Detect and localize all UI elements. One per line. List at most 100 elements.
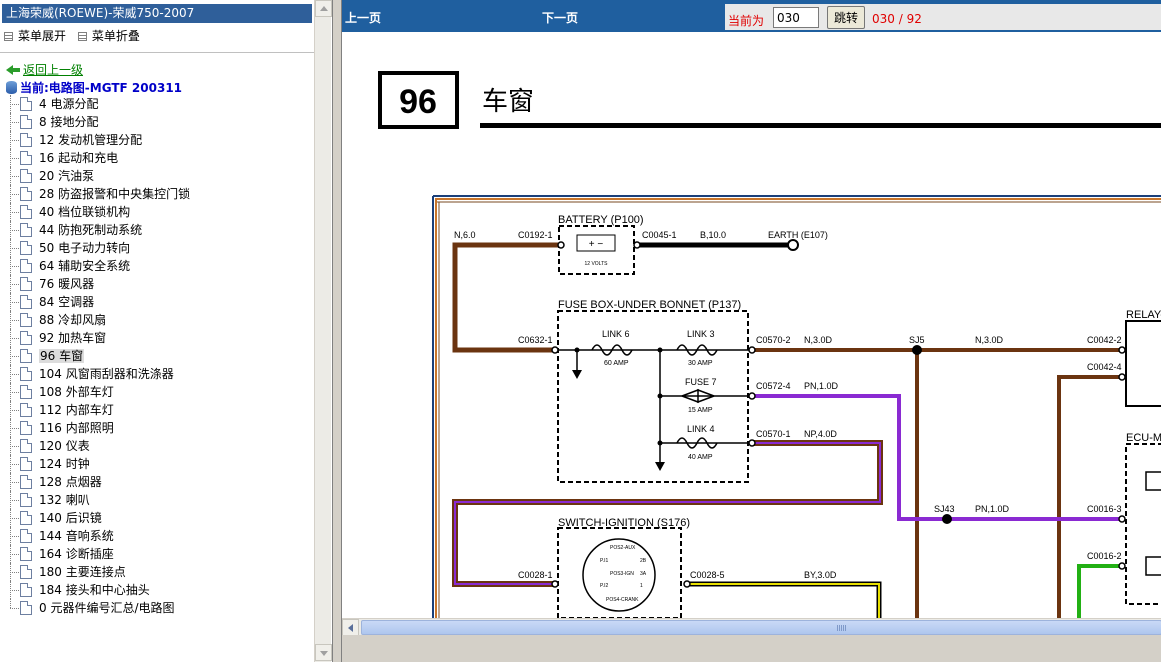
svg-text:N,6.0: N,6.0 xyxy=(454,230,476,240)
back-arrow-icon xyxy=(6,65,13,75)
tree-item[interactable]: 164 诊断插座 xyxy=(0,545,314,563)
tree-item[interactable]: 88 冷却风扇 xyxy=(0,311,314,329)
document-icon xyxy=(20,385,32,399)
tree-item-label: 92 加热车窗 xyxy=(39,331,107,345)
tree-item[interactable]: 184 接头和中心抽头 xyxy=(0,581,314,599)
tree-item[interactable]: 140 后识镜 xyxy=(0,509,314,527)
tree-item[interactable]: 120 仪表 xyxy=(0,437,314,455)
back-link[interactable]: 返回上一级 xyxy=(6,61,83,78)
document-icon xyxy=(20,151,32,165)
svg-text:EARTH (E107): EARTH (E107) xyxy=(768,230,828,240)
tree-item[interactable]: 112 内部车灯 xyxy=(0,401,314,419)
tree-item-label: 104 风窗雨刮器和洗涤器 xyxy=(39,367,174,381)
tree-item-label: 132 喇叭 xyxy=(39,493,90,507)
tree-item[interactable]: 84 空调器 xyxy=(0,293,314,311)
current-node: 当前:电路图-MGTF 200311 xyxy=(6,79,182,96)
tree-item[interactable]: 20 汽油泵 xyxy=(0,167,314,185)
tree-item-label: 12 发动机管理分配 xyxy=(39,133,143,147)
vertical-scrollbar[interactable] xyxy=(314,0,332,662)
tree-item[interactable]: 104 风窗雨刮器和洗涤器 xyxy=(0,365,314,383)
page-number-input[interactable] xyxy=(773,7,819,28)
document-icon xyxy=(20,349,32,363)
relay-box xyxy=(1125,320,1161,407)
svg-text:B,10.0: B,10.0 xyxy=(700,230,726,240)
svg-text:LINK 3: LINK 3 xyxy=(687,329,715,339)
relay-label: RELAY- xyxy=(1126,309,1161,321)
tree-item-label: 96 车窗 xyxy=(39,349,85,363)
earth-terminal xyxy=(787,239,799,251)
tree-item[interactable]: 44 防抱死制动系统 xyxy=(0,221,314,239)
fuse-ground-1 xyxy=(572,370,582,379)
horizontal-scrollbar[interactable] xyxy=(342,618,1161,636)
wire-by-inner xyxy=(687,583,880,618)
next-page-link[interactable]: 下一页 xyxy=(542,9,578,26)
tree-item[interactable]: 16 起动和充电 xyxy=(0,149,314,167)
tree-item[interactable]: 50 电子动力转向 xyxy=(0,239,314,257)
tree-item[interactable]: 132 喇叭 xyxy=(0,491,314,509)
scroll-thumb[interactable] xyxy=(361,620,1161,635)
document-icon xyxy=(20,205,32,219)
tree-item[interactable]: 8 接地分配 xyxy=(0,113,314,131)
scroll-up-button[interactable] xyxy=(315,0,332,17)
tree-item-label: 76 暖风器 xyxy=(39,277,95,291)
wire-labels: N,6.0 C0192-1 C0045-1 B,10.0 EARTH (E107… xyxy=(454,230,1122,580)
tree-item[interactable]: 116 内部照明 xyxy=(0,419,314,437)
tree-item[interactable]: 124 时钟 xyxy=(0,455,314,473)
tree-item-label: 112 内部车灯 xyxy=(39,403,114,417)
tree-item[interactable]: 92 加热车窗 xyxy=(0,329,314,347)
wire-by-outer xyxy=(687,581,882,618)
tree-item[interactable]: 96 车窗 xyxy=(0,347,314,365)
page-number: 96 xyxy=(399,83,437,121)
scroll-down-button[interactable] xyxy=(315,644,332,661)
wire-np4-outer xyxy=(452,440,883,587)
svg-text:N,3.0D: N,3.0D xyxy=(975,335,1004,345)
jump-button[interactable]: 跳转 xyxy=(827,6,865,29)
menu-expand-link[interactable]: 菜单展开 xyxy=(18,29,66,43)
tree-item-label: 120 仪表 xyxy=(39,439,90,453)
tree-item[interactable]: 144 音响系统 xyxy=(0,527,314,545)
tree-item-label: 4 电源分配 xyxy=(39,97,99,111)
tree-item[interactable]: 180 主要连接点 xyxy=(0,563,314,581)
switch-position-labels: POS2-AUX POS3-IGN POS4-CRANK P.I1 P.I2 2… xyxy=(600,545,647,603)
svg-text:SJ43: SJ43 xyxy=(934,504,955,514)
document-icon xyxy=(20,511,32,525)
scroll-left-button[interactable] xyxy=(342,619,359,636)
wiring-diagram: 96 车窗 + − 12 VOLTS BATTERY (P100) FUSE B… xyxy=(342,32,1161,618)
document-icon xyxy=(20,277,32,291)
document-icon xyxy=(20,565,32,579)
document-icon xyxy=(20,601,32,615)
tree-item[interactable]: 76 暖风器 xyxy=(0,275,314,293)
ecu-label: ECU-M xyxy=(1126,432,1161,444)
tree-item[interactable]: 28 防盗报警和中央集控门锁 xyxy=(0,185,314,203)
tree-item[interactable]: 128 点烟器 xyxy=(0,473,314,491)
document-icon xyxy=(20,583,32,597)
svg-text:C0192-1: C0192-1 xyxy=(518,230,553,240)
svg-text:C0045-1: C0045-1 xyxy=(642,230,677,240)
document-icon xyxy=(20,493,32,507)
document-icon xyxy=(20,295,32,309)
fuse-ground-2 xyxy=(655,462,665,471)
tree-item[interactable]: 108 外部车灯 xyxy=(0,383,314,401)
diagram-frame xyxy=(432,195,1161,618)
arrow-left-icon xyxy=(348,624,353,632)
tree-item-label: 128 点烟器 xyxy=(39,475,102,489)
svg-text:FUSE 7: FUSE 7 xyxy=(685,377,717,387)
document-icon xyxy=(20,133,32,147)
svg-text:C0028-5: C0028-5 xyxy=(690,570,725,580)
tree-item[interactable]: 4 电源分配 xyxy=(0,95,314,113)
tree-item[interactable]: 64 辅助安全系统 xyxy=(0,257,314,275)
expand-icon xyxy=(4,32,13,41)
document-icon xyxy=(20,223,32,237)
prev-page-link[interactable]: 上一页 xyxy=(345,9,381,26)
tree-item-label: 44 防抱死制动系统 xyxy=(39,223,143,237)
tree-item[interactable]: 12 发动机管理分配 xyxy=(0,131,314,149)
tree-item-label: 8 接地分配 xyxy=(39,115,99,129)
splice-sj5 xyxy=(912,345,922,355)
tree-item[interactable]: 0 元器件编号汇总/电路图 xyxy=(0,599,314,617)
svg-text:P.I2: P.I2 xyxy=(600,583,608,589)
menu-collapse-link[interactable]: 菜单折叠 xyxy=(92,29,140,43)
fusebox-label: FUSE BOX-UNDER BONNET (P137) xyxy=(558,299,741,311)
tree-item[interactable]: 40 档位联锁机构 xyxy=(0,203,314,221)
svg-text:SJ5: SJ5 xyxy=(909,335,925,345)
tree-item-label: 20 汽油泵 xyxy=(39,169,95,183)
